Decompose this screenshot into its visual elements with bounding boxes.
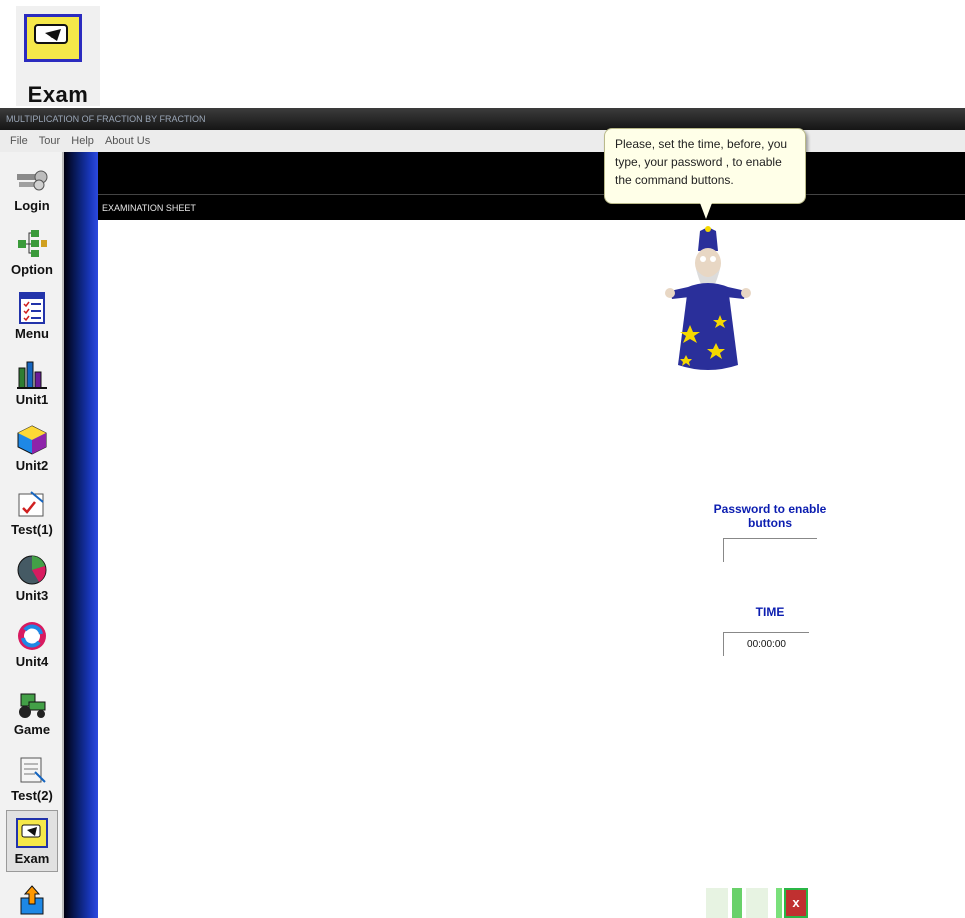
close-icon: x	[792, 895, 800, 910]
sidebar-item-login[interactable]: Login	[6, 158, 58, 220]
sidebar-item-exam[interactable]: Exam	[6, 810, 58, 872]
command-button-4[interactable]	[776, 888, 782, 918]
window-title: MULTIPLICATION OF FRACTION BY FRACTION	[0, 108, 965, 130]
menu-help[interactable]: Help	[71, 135, 94, 147]
command-button-3[interactable]	[746, 888, 768, 918]
exam-shortcut[interactable]: Exam	[16, 6, 100, 107]
sidebar-item-unit3[interactable]: Unit3	[6, 548, 58, 610]
sidebar-item-option[interactable]: Option	[6, 222, 58, 284]
sidebar-item-label: Test(2)	[11, 788, 53, 803]
sidebar-item-label: Login	[14, 198, 50, 213]
close-button[interactable]: x	[784, 888, 808, 918]
bubble-tail	[700, 203, 712, 219]
sidebar-item-unit1[interactable]: Unit1	[6, 352, 58, 414]
bar-chart-icon	[17, 361, 47, 389]
menu-bar: File Tour Help About Us	[0, 130, 965, 153]
sidebar-item-unit2[interactable]: Unit2	[6, 418, 58, 480]
sheet-title: EXAMINATION SHEET	[98, 194, 965, 220]
sidebar-item-label: Menu	[15, 326, 49, 341]
command-button-1[interactable]	[706, 888, 728, 918]
time-input[interactable]	[723, 632, 809, 656]
menu-about-us[interactable]: About Us	[105, 135, 150, 147]
command-button-2[interactable]	[732, 888, 742, 918]
sidebar: Login Option Menu Unit1 Unit2 Test(1) Un…	[0, 152, 64, 918]
instruction-bubble: Please, set the time, before, you type, …	[604, 128, 806, 204]
refresh-icon	[18, 622, 46, 650]
examination-sheet	[98, 220, 965, 918]
test-check-icon	[18, 491, 44, 517]
sidebar-item-label: Unit2	[15, 458, 49, 473]
menu-list-icon	[19, 292, 45, 324]
sidebar-item-export[interactable]	[6, 878, 58, 918]
sidebar-item-label: Unit3	[15, 588, 49, 603]
sidebar-item-label: Option	[11, 262, 53, 277]
exam-icon	[16, 818, 48, 848]
time-label: TIME	[755, 605, 785, 619]
sidebar-item-menu[interactable]: Menu	[6, 286, 58, 348]
sidebar-item-label: Game	[13, 722, 51, 737]
wizard-character	[665, 226, 751, 370]
menu-tour[interactable]: Tour	[39, 135, 60, 147]
sidebar-item-label: Exam	[14, 851, 50, 866]
export-icon	[20, 885, 44, 915]
tractor-icon	[19, 693, 46, 718]
tree-icon	[18, 230, 47, 257]
pie-chart-icon	[17, 555, 47, 585]
sidebar-item-label: Test(1)	[11, 522, 53, 537]
blue-gradient-strip	[64, 152, 98, 918]
sidebar-item-test2[interactable]: Test(2)	[6, 748, 58, 810]
password-input[interactable]	[723, 538, 817, 562]
sidebar-item-game[interactable]: Game	[6, 682, 58, 744]
scroll-icon	[20, 757, 46, 783]
top-rim	[98, 152, 965, 194]
keys-icon	[17, 170, 48, 191]
sidebar-item-label: Unit4	[15, 654, 49, 669]
sidebar-item-label: Unit1	[15, 392, 49, 407]
cube-icon	[17, 425, 47, 455]
password-label: Password to enable buttons	[713, 502, 827, 530]
exam-icon	[24, 14, 82, 62]
sidebar-item-unit4[interactable]: Unit4	[6, 614, 58, 676]
sidebar-item-test1[interactable]: Test(1)	[6, 482, 58, 544]
exam-shortcut-label: Exam	[27, 82, 89, 107]
menu-file[interactable]: File	[10, 135, 28, 147]
